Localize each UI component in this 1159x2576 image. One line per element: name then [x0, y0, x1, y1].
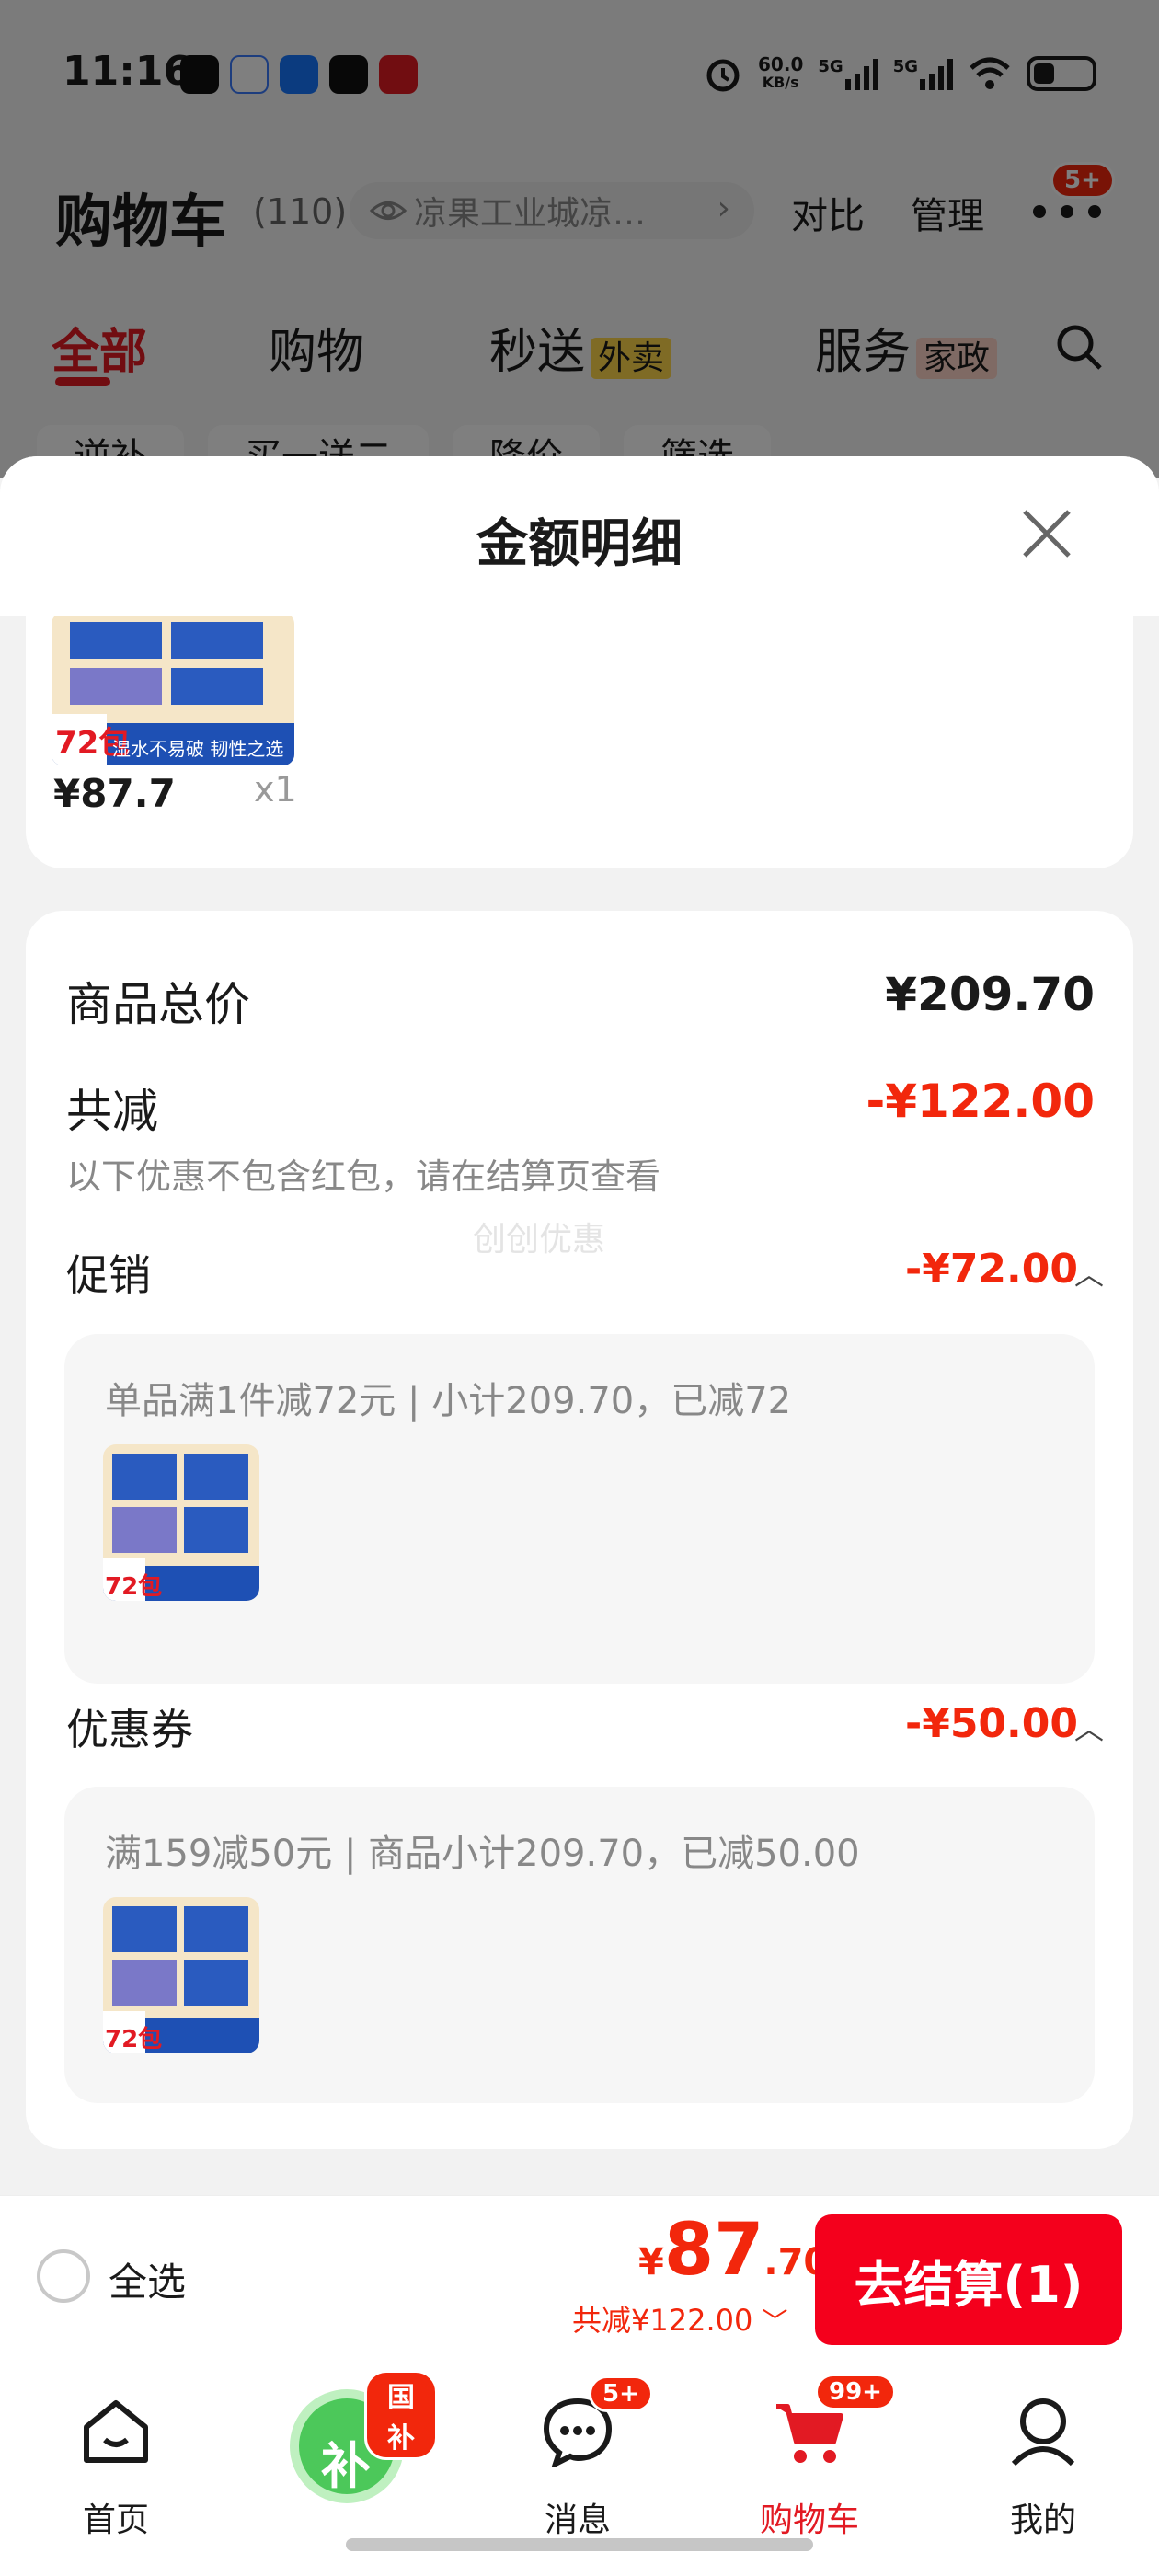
amount-detail-sheet: 金额明细 72包 湿水不易破 韧性之选 ¥87.7 x1 商品总价 ¥209.7… [0, 456, 1159, 2195]
coupon-label: 优惠券 [66, 1705, 193, 1754]
product-card: 72包 湿水不易破 韧性之选 ¥87.7 x1 [26, 616, 1133, 868]
coupon-product-thumb[interactable]: 72包 [103, 1897, 259, 2053]
coupon-detail-box: 满159减50元 | 商品小计209.70，已减50.00 72包 [64, 1787, 1095, 2103]
select-all-checkbox[interactable] [37, 2249, 90, 2303]
promo-label: 促销 [66, 1250, 151, 1300]
saved-amount-toggle[interactable]: 共减¥122.00 ﹀ [572, 2297, 788, 2340]
pack-count: 72包 [105, 1573, 163, 1601]
user-icon [1011, 2398, 1075, 2467]
promo-detail-box: 单品满1件减72元 | 小计209.70，已减72 72包 [64, 1334, 1095, 1684]
home-indicator[interactable] [346, 2538, 813, 2551]
checkout-bar: 全选 ¥87.70 共减¥122.00 ﹀ 去结算(1) [0, 2195, 1159, 2355]
goods-total-label: 商品总价 [66, 978, 250, 1031]
goods-total-value: ¥209.70 [885, 968, 1095, 1021]
sheet-header: 金额明细 [0, 456, 1159, 616]
product-image[interactable]: 72包 湿水不易破 韧性之选 [52, 616, 294, 765]
subsidy-badge: 国补 [364, 2370, 438, 2460]
reduce-label: 共减 [66, 1085, 158, 1138]
promo-detail-text: 单品满1件减72元 | 小计209.70，已减72 [105, 1380, 792, 1422]
reduce-total-value: -¥122.00 [866, 1075, 1096, 1128]
coupon-amount[interactable]: -¥50.00 [905, 1700, 1078, 1747]
total-price: ¥87.70 [638, 2209, 830, 2292]
home-icon [84, 2400, 148, 2463]
cart-badge: 99+ [815, 2374, 896, 2410]
coupon-detail-text: 满159减50元 | 商品小计209.70，已减50.00 [105, 1833, 860, 1875]
pack-count: 72包 [105, 2026, 163, 2053]
pack-slogan: 湿水不易破 韧性之选 [112, 738, 284, 760]
modal-overlay[interactable] [0, 0, 1159, 478]
reduce-note: 以下优惠不包含红包，请在结算页查看 [66, 1156, 661, 1197]
chevron-down-icon: ﹀ [762, 2306, 788, 2337]
sheet-title: 金额明细 [476, 514, 683, 574]
price-breakdown-card: 商品总价 ¥209.70 共减 -¥122.00 以下优惠不包含红包，请在结算页… [26, 911, 1133, 2149]
promo-amount[interactable]: -¥72.00 [905, 1246, 1078, 1293]
messages-badge: 5+ [589, 2375, 653, 2412]
watermark: 创创优惠 [473, 1221, 606, 1259]
promo-product-thumb[interactable]: 72包 [103, 1444, 259, 1601]
item-qty: x1 [254, 769, 297, 810]
item-price: ¥87.7 [53, 771, 176, 816]
chevron-up-icon[interactable]: ︿ [1074, 1706, 1104, 1748]
checkout-button[interactable]: 去结算(1) [815, 2214, 1122, 2345]
close-icon[interactable] [1019, 506, 1074, 561]
chevron-up-icon[interactable]: ︿ [1074, 1251, 1104, 1294]
select-all-label[interactable]: 全选 [109, 2251, 186, 2307]
